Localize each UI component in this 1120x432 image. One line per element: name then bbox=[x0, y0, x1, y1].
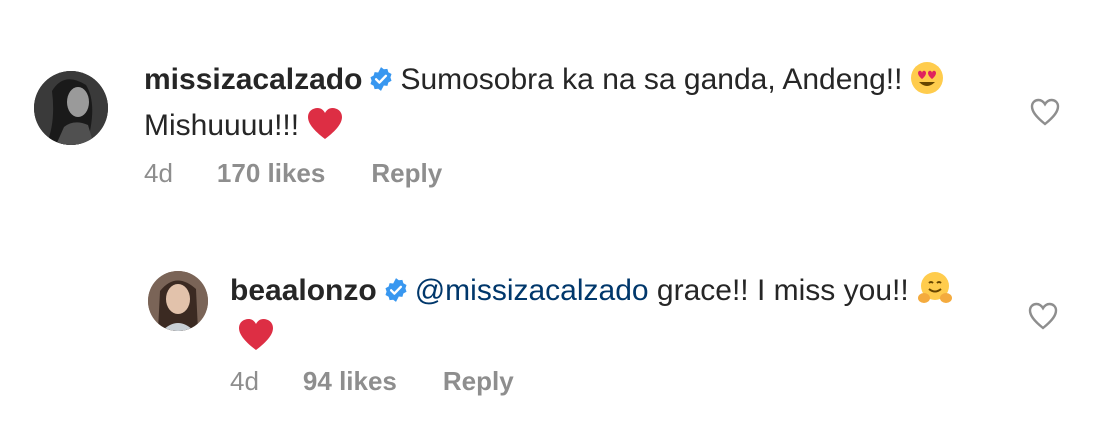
comment-username[interactable]: beaalonzo bbox=[230, 274, 377, 307]
red-heart-emoji bbox=[307, 107, 343, 152]
verified-badge-icon bbox=[383, 274, 409, 314]
comment-timestamp[interactable]: 4d bbox=[230, 366, 259, 397]
heart-eyes-emoji bbox=[910, 61, 944, 106]
comment-text: missizacalzado Sumosobra ka na sa ganda, … bbox=[144, 60, 1004, 152]
reply-button[interactable]: Reply bbox=[443, 366, 514, 397]
verified-badge-icon bbox=[368, 63, 394, 103]
comment-body-text: grace!! I miss you!! bbox=[656, 274, 909, 307]
comment: missizacalzado Sumosobra ka na sa ganda, … bbox=[34, 60, 1120, 200]
reply-button[interactable]: Reply bbox=[371, 158, 442, 189]
likes-count[interactable]: 170 likes bbox=[217, 158, 325, 189]
red-heart-emoji bbox=[238, 318, 274, 363]
hugging-face-emoji bbox=[917, 270, 953, 317]
comment-body-text: Sumosobra ka na sa ganda, Andeng!! bbox=[400, 63, 903, 96]
comment-username[interactable]: missizacalzado bbox=[144, 63, 362, 96]
avatar[interactable] bbox=[148, 271, 208, 331]
avatar[interactable] bbox=[34, 71, 108, 145]
likes-count[interactable]: 94 likes bbox=[303, 366, 397, 397]
comment-meta: 4d 94 likes Reply bbox=[230, 366, 514, 397]
comment-body-text: Mishuuuu!!! bbox=[144, 109, 300, 142]
comment-text: beaalonzo @missizacalzado grace!! I miss … bbox=[230, 270, 990, 363]
comment-reply: beaalonzo @missizacalzado grace!! I miss … bbox=[148, 264, 1120, 404]
heart-outline-icon[interactable] bbox=[1028, 302, 1058, 330]
heart-outline-icon[interactable] bbox=[1030, 98, 1060, 126]
mention-link[interactable]: @missizacalzado bbox=[415, 274, 649, 307]
comment-meta: 4d 170 likes Reply bbox=[144, 158, 442, 189]
comment-timestamp[interactable]: 4d bbox=[144, 158, 173, 189]
